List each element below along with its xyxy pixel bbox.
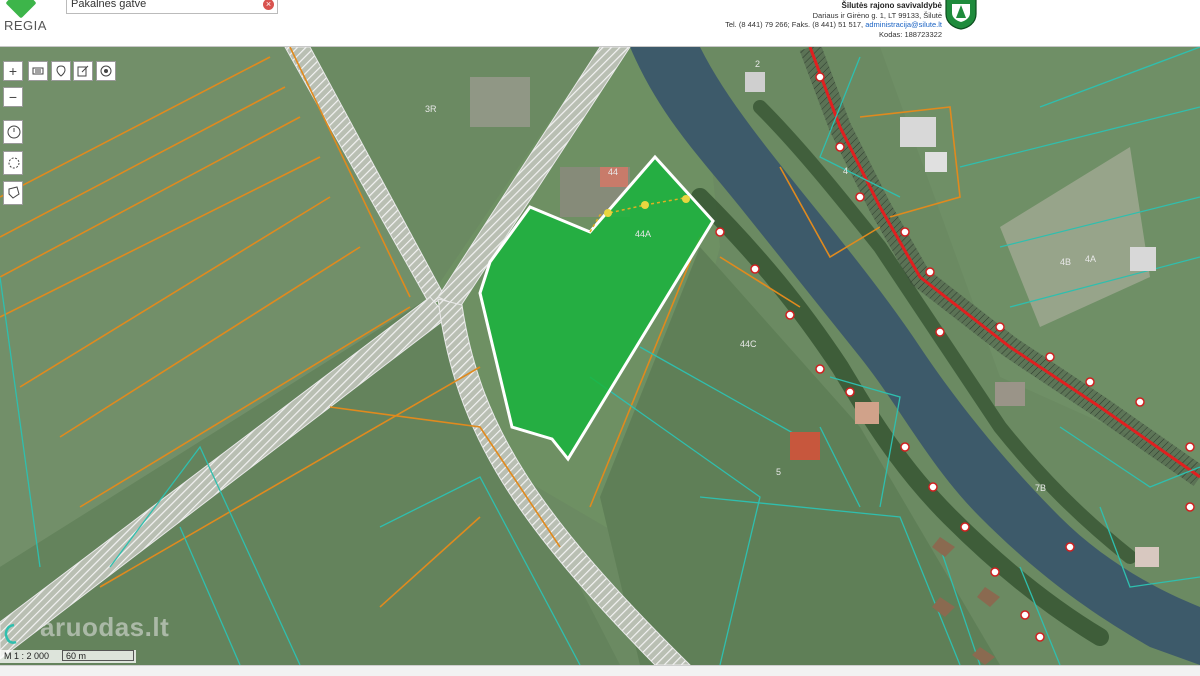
parcel-vertex-marker: [604, 209, 612, 217]
municipality-email-link[interactable]: administracija@silute.lt: [865, 20, 942, 29]
layers-icon: [32, 67, 44, 75]
municipality-contact-block: Šilutės rajono savivaldybė Dariaus ir Gi…: [725, 1, 942, 39]
app-logo-text[interactable]: REGIA: [4, 18, 47, 33]
municipality-phone-line: Tel. (8 441) 79 266; Faks. (8 441) 51 51…: [725, 20, 942, 30]
parcel-label: 44A: [635, 229, 651, 239]
layers-button[interactable]: [28, 61, 48, 81]
parcel-label: 4: [843, 166, 848, 176]
municipality-phone: Tel. (8 441) 79 266; Faks. (8 441) 51 51…: [725, 20, 864, 29]
address-search-input[interactable]: Pakalnės gatvė ×: [66, 0, 278, 14]
zoom-in-button[interactable]: +: [3, 61, 23, 81]
clock-icon: [7, 125, 21, 139]
measure-area-button[interactable]: [3, 181, 23, 205]
regia-logo-icon[interactable]: [5, 0, 37, 19]
municipality-crest-icon: [945, 0, 977, 30]
map-canvas[interactable]: 44A 44C 44 3R 4B 4A 4 7B 5 2 + − M 1 : 2…: [0, 47, 1200, 665]
scale-length: 60 m: [62, 650, 134, 661]
parcel-vertex-marker: [682, 195, 690, 203]
parcel-label: 44C: [740, 339, 757, 349]
map-scale-bar: M 1 : 2 000 60 m: [0, 650, 136, 663]
edit-button[interactable]: [73, 61, 93, 81]
crosshair-icon: [8, 157, 20, 169]
pin-button[interactable]: [51, 61, 71, 81]
target-icon: [100, 65, 112, 77]
map-svg: 44A 44C 44 3R 4B 4A 4 7B 5 2: [0, 47, 1200, 665]
parcel-label: 5: [776, 467, 781, 477]
locate-button[interactable]: [96, 61, 116, 81]
measure-point-button[interactable]: [3, 151, 23, 175]
municipality-address: Dariaus ir Girėno g. 1, LT 99133, Šilutė: [812, 10, 942, 20]
app-header: REGIA Pakalnės gatvė × Šilutės rajono sa…: [0, 0, 1200, 47]
municipality-code: Kodas: 188723322: [879, 29, 942, 39]
clear-search-icon[interactable]: ×: [263, 0, 274, 10]
scale-ratio: M 1 : 2 000: [4, 651, 50, 661]
municipality-name: Šilutės rajono savivaldybė: [841, 1, 942, 10]
edit-icon: [77, 65, 89, 77]
zoom-out-button[interactable]: −: [3, 87, 23, 107]
parcel-label: 2: [755, 59, 760, 69]
parcel-label: 3R: [425, 104, 437, 114]
polygon-icon: [8, 186, 20, 199]
parcel-label: 44: [608, 167, 618, 177]
search-value: Pakalnės gatvė: [71, 0, 147, 10]
parcel-label: 7B: [1035, 483, 1046, 493]
map-pin-icon: [56, 65, 66, 77]
aruodas-watermark: aruodas.lt: [40, 612, 170, 642]
regia-corner-icon[interactable]: [0, 622, 20, 646]
parcel-label: 4B: [1060, 257, 1071, 267]
history-button[interactable]: [3, 120, 23, 144]
parcel-label: 4A: [1085, 254, 1096, 264]
parcel-vertex-marker: [641, 201, 649, 209]
footer-bar: [0, 665, 1200, 676]
